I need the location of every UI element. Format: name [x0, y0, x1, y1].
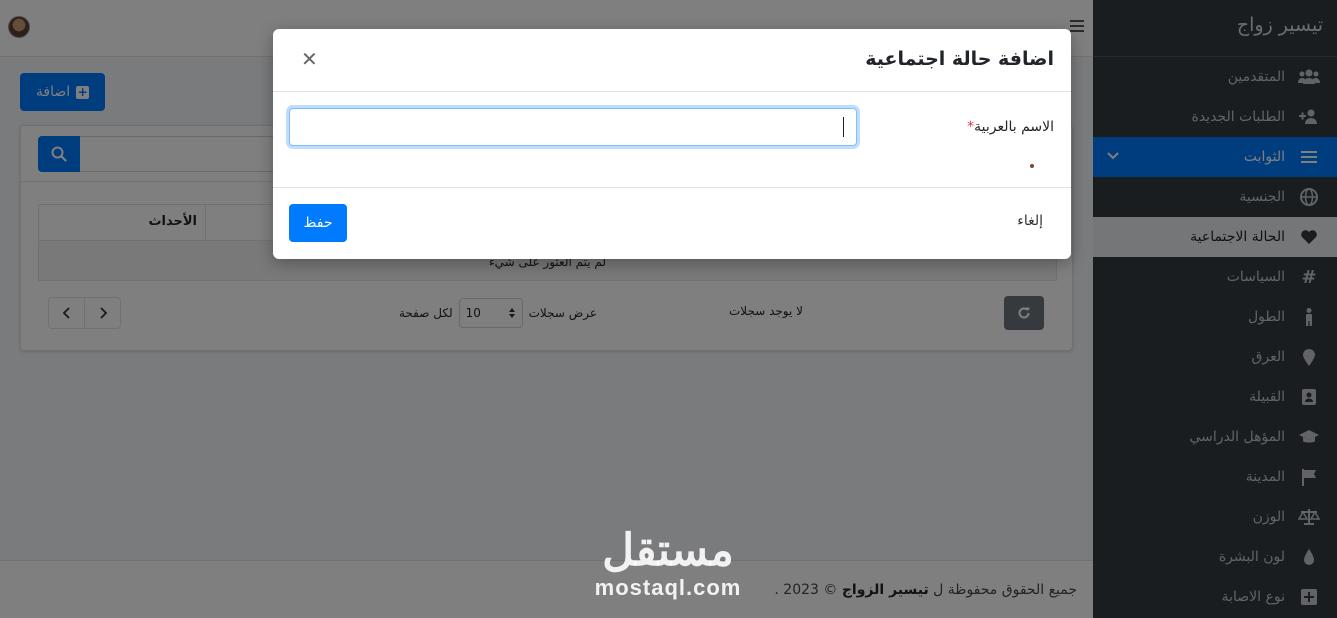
cancel-button[interactable]: إلغاء [1017, 213, 1043, 229]
modal-header: اضافة حالة اجتماعية ✕ [273, 29, 1071, 92]
arabic-name-label: الاسم بالعربية* [967, 119, 1054, 135]
watermark-latin: mostaql.com [594, 575, 742, 600]
add-marital-status-modal: اضافة حالة اجتماعية ✕ الاسم بالعربية* حف… [273, 29, 1071, 259]
app-root: + اضافة الأحداث لم يتم العثور على شيء [0, 0, 1337, 618]
field-label-text: الاسم بالعربية [974, 119, 1054, 135]
modal-footer: حفظ إلغاء [273, 188, 1071, 258]
save-button[interactable]: حفظ [289, 204, 347, 242]
text-caret [843, 117, 844, 137]
arabic-name-input[interactable] [289, 108, 857, 146]
modal-body: الاسم بالعربية* [273, 92, 1071, 188]
bullet-dot [1030, 164, 1034, 168]
modal-title: اضافة حالة اجتماعية [865, 48, 1054, 70]
watermark: مستقل mostaql.com [588, 527, 748, 601]
close-icon[interactable]: ✕ [301, 49, 318, 69]
watermark-arabic: مستقل [602, 526, 734, 575]
